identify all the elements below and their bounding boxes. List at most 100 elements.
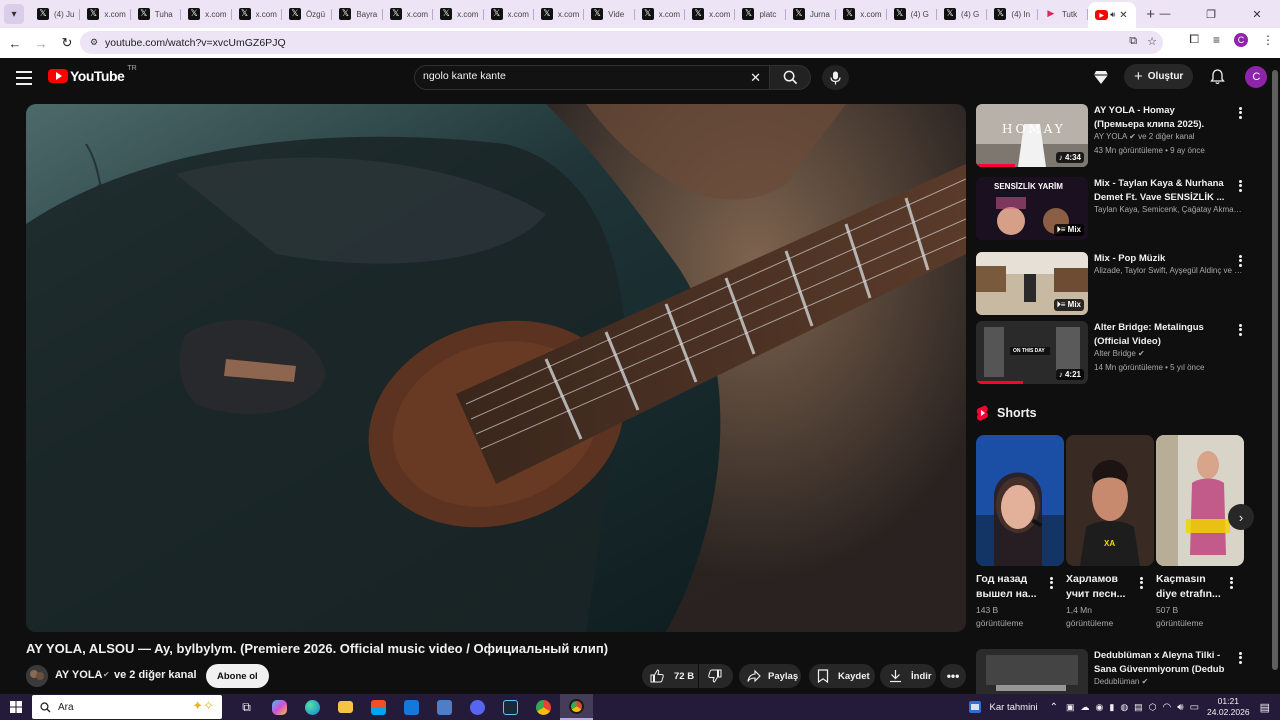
tray-app-icon[interactable]: ◉ (1096, 702, 1104, 713)
url-text[interactable]: youtube.com/watch?v=xvcUmGZ6PJQ (105, 37, 286, 49)
search-button[interactable] (769, 65, 811, 90)
browser-tab[interactable]: 𝕏 Özgü (282, 3, 333, 25)
volume-icon[interactable]: 🔊︎ (1177, 702, 1183, 713)
recommendation-item[interactable]: SENSİZLİK YARİM ⏵≡ Mix Mix - Taylan Kaya… (976, 177, 1246, 241)
browser-tab[interactable]: 𝕏platc (735, 3, 787, 25)
bookmark-star-icon[interactable]: ☆ (1147, 35, 1157, 48)
mix-thumbnail[interactable]: SENSİZLİK YARİM ⏵≡ Mix (976, 177, 1088, 240)
download-button[interactable]: İndir (880, 664, 936, 688)
speaker-icon[interactable]: 🔊︎ (1110, 10, 1115, 20)
video-player[interactable] (26, 104, 966, 632)
clear-search-icon[interactable]: ✕ (750, 70, 761, 86)
mail-icon[interactable] (395, 694, 428, 720)
more-actions-button[interactable]: ••• (940, 664, 966, 688)
close-tab-icon[interactable]: ✕ (1119, 10, 1127, 21)
browser-tab[interactable]: 𝕏x.com (685, 3, 736, 25)
share-button[interactable]: Paylaş (739, 664, 801, 688)
short-thumbnail[interactable] (976, 435, 1064, 566)
windows-start-button[interactable] (0, 694, 32, 720)
weather-widget[interactable]: Kar tahmini (968, 700, 1038, 714)
browser-tab[interactable]: 𝕏x.com (80, 3, 132, 25)
tray-overflow-icon[interactable]: ⌃ (1050, 702, 1058, 713)
browser-tab-active[interactable]: ▶ 🔊︎ ✕ (1088, 2, 1137, 28)
profile-avatar[interactable]: C (1234, 32, 1248, 47)
dislike-button[interactable] (699, 664, 733, 688)
recommendation-item[interactable]: ON THIS DAY ♪ 4:21 Alter Bridge: Metalin… (976, 321, 1246, 385)
photos-icon[interactable] (428, 694, 461, 720)
browser-tab[interactable]: 𝕏x.com (232, 3, 283, 25)
tray-app-icon[interactable]: ▣ (1066, 702, 1075, 713)
channel-avatar[interactable] (26, 665, 48, 687)
premium-gem-icon[interactable] (1090, 66, 1112, 88)
microsoft-store-icon[interactable] (362, 694, 395, 720)
browser-tab[interactable]: 𝕏x.com (534, 3, 585, 25)
video-thumbnail[interactable]: HOMAY ♪ 4:34 (976, 104, 1088, 167)
browser-tab[interactable]: 𝕏 (4) G (937, 3, 988, 25)
battery-icon[interactable]: ▭ (1190, 702, 1199, 713)
save-button[interactable]: Kaydet (809, 664, 875, 688)
browser-tab[interactable]: 𝕏x.com (484, 3, 535, 25)
address-bar[interactable]: ⚙︎ youtube.com/watch?v=xvcUmGZ6PJQ ⧉ ☆ (80, 31, 1163, 54)
minimize-button[interactable]: — (1142, 8, 1188, 20)
taskbar-search-box[interactable]: Ara ✦✧ (32, 695, 222, 719)
recommendation-item[interactable]: Dedublüman x Aleyna Tilki - Sana Güvenmi… (976, 649, 1246, 694)
more-options-icon[interactable] (1234, 254, 1246, 268)
subscribe-button[interactable]: Abone ol (206, 664, 269, 688)
more-options-icon[interactable] (1234, 651, 1246, 665)
more-options-icon[interactable] (1226, 576, 1236, 590)
like-button[interactable]: 72 B (642, 664, 698, 688)
browser-tab[interactable]: 𝕏x.com (635, 3, 686, 25)
short-thumbnail[interactable] (1156, 435, 1244, 566)
other-channels-link[interactable]: ve 2 diğer kanal (114, 669, 197, 681)
tab-search-button[interactable]: ▾ (4, 4, 24, 24)
mix-thumbnail[interactable]: ⏵≡ Mix (976, 252, 1088, 315)
short-item[interactable]: XA Харламов учит песн... 1,4 Mn görüntül… (1066, 435, 1154, 630)
tray-app-icon[interactable]: ◍ (1120, 702, 1128, 713)
notifications-bell-icon[interactable] (1207, 67, 1227, 87)
tray-app-icon[interactable]: ▤ (1134, 702, 1143, 713)
extensions-icon[interactable]: ⧠ (1189, 32, 1199, 47)
more-options-icon[interactable] (1234, 323, 1246, 337)
media-control-icon[interactable]: ≡ (1213, 33, 1220, 47)
short-item[interactable]: Год назад вышел на... 143 B görüntüleme (976, 435, 1064, 630)
restore-button[interactable]: ❐ (1188, 8, 1234, 21)
chrome-active-window-icon[interactable] (560, 694, 593, 720)
more-options-icon[interactable] (1234, 179, 1246, 193)
voice-search-button[interactable] (822, 65, 849, 90)
edge-icon[interactable] (296, 694, 329, 720)
browser-tab[interactable]: 𝕏x.com (433, 3, 484, 25)
file-explorer-icon[interactable] (329, 694, 362, 720)
browser-tab[interactable]: 𝕏x.com (836, 3, 888, 25)
steam-icon[interactable] (494, 694, 527, 720)
page-scrollbar-thumb[interactable] (1272, 70, 1278, 670)
install-app-icon[interactable]: ⧉ (1129, 35, 1137, 48)
menu-icon[interactable] (14, 68, 34, 88)
notification-center-icon[interactable]: ▤ (1260, 701, 1270, 714)
reload-button[interactable]: ↻ (55, 31, 79, 55)
browser-menu-icon[interactable]: ⋮ (1262, 33, 1274, 47)
chrome-icon[interactable] (527, 694, 560, 720)
task-view-icon[interactable]: ⧉ (230, 694, 263, 720)
browser-tab[interactable]: 𝕏 Vide (584, 3, 636, 25)
short-item[interactable]: Kaçmasın diye etrafın... 507 B görüntüle… (1156, 435, 1244, 630)
short-thumbnail[interactable]: XA (1066, 435, 1154, 566)
forward-button[interactable]: → (29, 31, 53, 55)
search-input[interactable] (423, 70, 743, 82)
browser-tab[interactable]: 𝕏 (4) G (887, 3, 938, 25)
browser-tab[interactable]: 𝕏 Bayra (332, 3, 384, 25)
more-options-icon[interactable] (1046, 576, 1056, 590)
browser-tab[interactable]: 𝕏 Tuha (131, 3, 182, 25)
channel-name[interactable]: AY YOLA (55, 669, 103, 681)
recommendation-item[interactable]: HOMAY ♪ 4:34 AY YOLA - Homay (Премьера к… (976, 104, 1246, 168)
tray-app-icon[interactable]: ▮ (1109, 702, 1114, 713)
account-avatar[interactable]: C (1245, 65, 1268, 88)
shorts-next-button[interactable]: › (1228, 504, 1254, 530)
more-options-icon[interactable] (1136, 576, 1146, 590)
browser-tab[interactable]: 𝕏 Jurna (786, 3, 837, 25)
more-options-icon[interactable] (1234, 106, 1246, 120)
recommendation-item[interactable]: ⏵≡ Mix Mix - Pop Müzik Alizade, Taylor S… (976, 252, 1246, 316)
video-thumbnail[interactable] (976, 649, 1088, 694)
video-thumbnail[interactable]: ON THIS DAY ♪ 4:21 (976, 321, 1088, 384)
youtube-logo[interactable]: YouTube TR (48, 65, 137, 84)
browser-tab[interactable]: 𝕏 (4) Ju (30, 3, 81, 25)
